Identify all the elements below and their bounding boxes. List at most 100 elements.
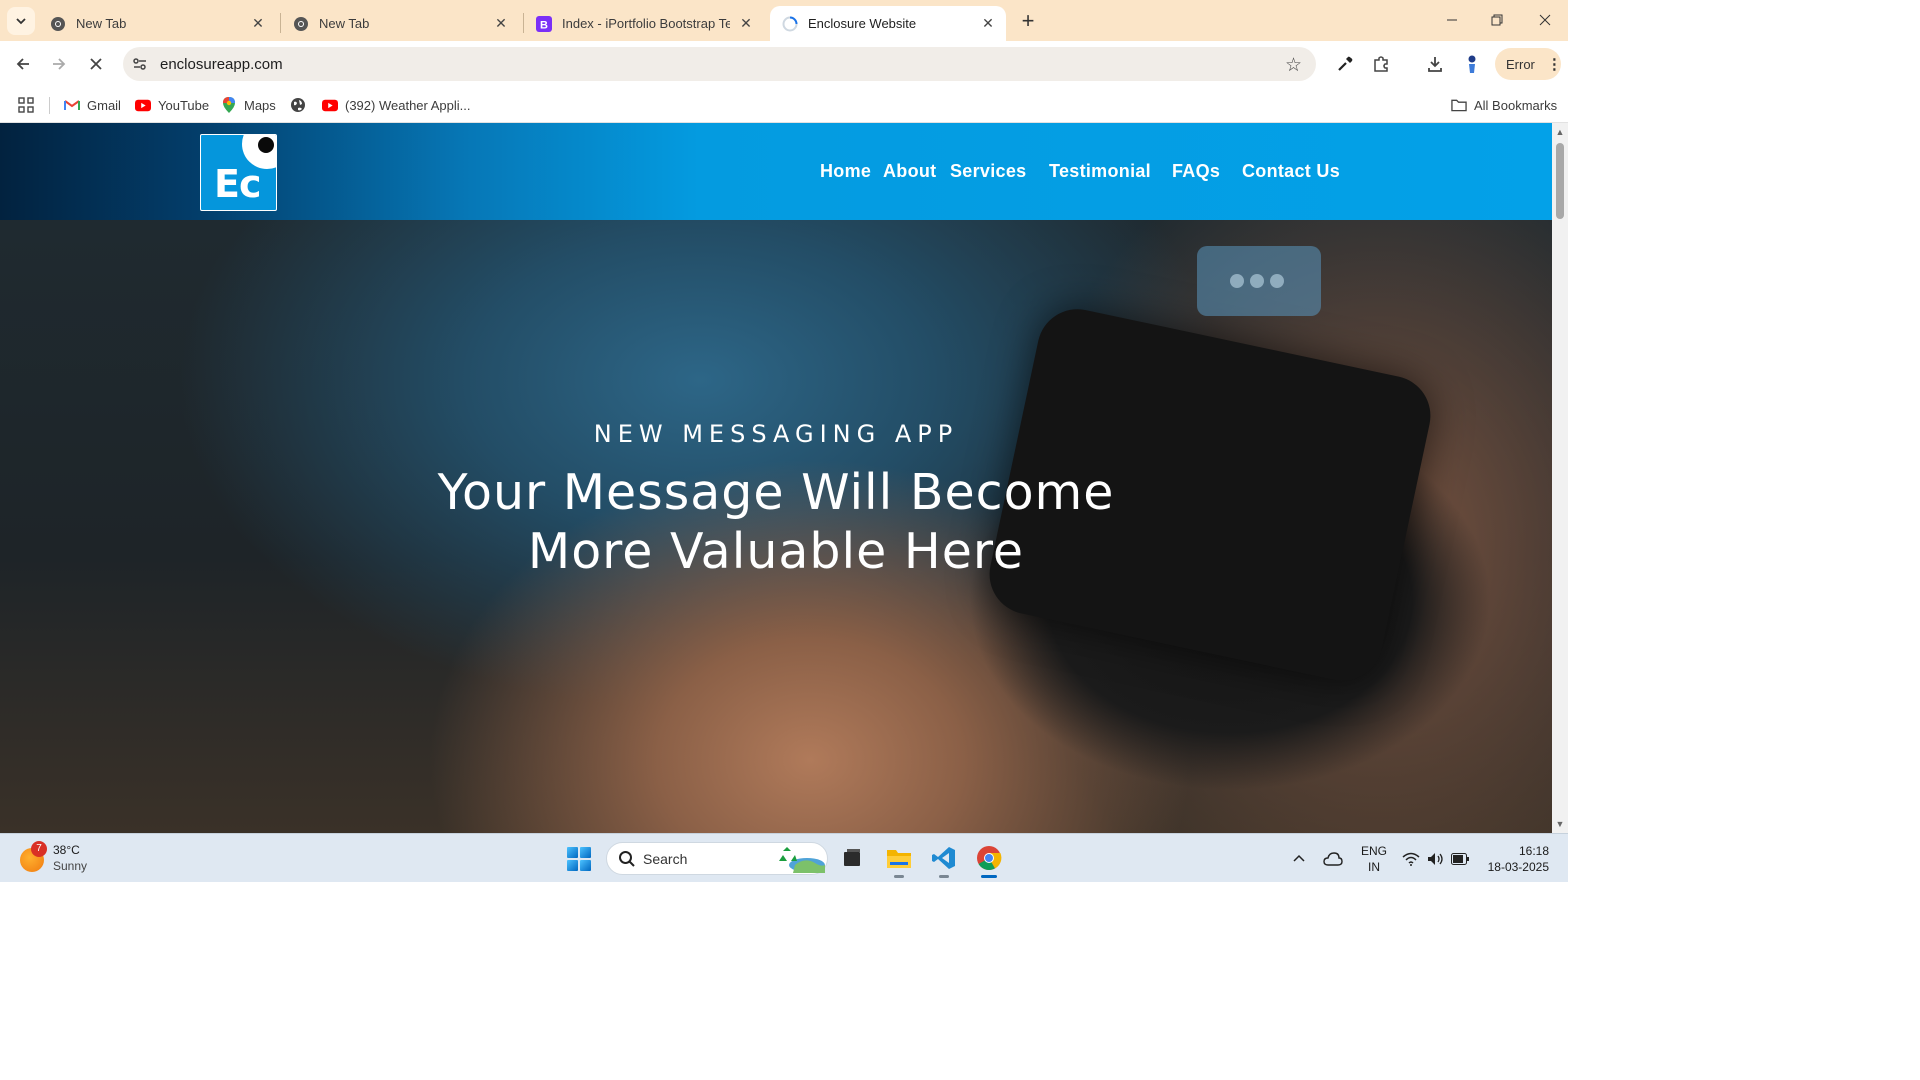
- nav-about[interactable]: About: [883, 161, 936, 182]
- tab-title: New Tab: [319, 16, 370, 31]
- stop-loading-button[interactable]: [81, 49, 111, 79]
- all-bookmarks-label: All Bookmarks: [1474, 97, 1558, 113]
- windows-logo-icon: [567, 847, 578, 858]
- nav-home[interactable]: Home: [820, 161, 871, 182]
- tab-search-button[interactable]: [7, 7, 35, 35]
- tab-new-tab-2[interactable]: New Tab ✕: [281, 6, 519, 41]
- bookmark-youtube[interactable]: YouTube: [135, 94, 209, 116]
- bookmarks-bar: Gmail YouTube Maps (392) Weather Appli..…: [0, 88, 1568, 123]
- tab-title: Index - iPortfolio Bootstrap Template: [562, 16, 730, 31]
- nav-services[interactable]: Services: [950, 161, 1026, 182]
- url-text[interactable]: enclosureapp.com: [160, 56, 283, 73]
- close-icon[interactable]: ✕: [493, 15, 509, 32]
- language-code: ENG: [1361, 844, 1388, 858]
- scroll-down-icon[interactable]: ▼: [1555, 819, 1565, 829]
- plus-icon: +: [1021, 8, 1035, 33]
- bookmark-label: YouTube: [158, 97, 210, 113]
- close-icon[interactable]: ✕: [980, 15, 996, 32]
- hero-headline-line2: More Valuable Here: [527, 523, 1025, 580]
- extensions-button[interactable]: [1366, 49, 1396, 79]
- close-icon: [1539, 14, 1551, 26]
- folder-icon: [887, 850, 911, 868]
- cloud-icon: [1323, 851, 1343, 866]
- nav-faqs[interactable]: FAQs: [1172, 161, 1220, 182]
- tab-title: New Tab: [76, 16, 127, 31]
- profile-error-button[interactable]: Error ⋮: [1495, 48, 1562, 80]
- bookmark-weather-app[interactable]: (392) Weather Appli...: [322, 94, 471, 116]
- bookmark-globe[interactable]: [290, 94, 313, 116]
- tab-title: Enclosure Website: [808, 16, 917, 31]
- arrow-left-icon: [16, 58, 29, 70]
- youtube-icon: [135, 97, 151, 113]
- loading-icon: [782, 16, 798, 32]
- taskbar-chrome[interactable]: [973, 842, 1005, 878]
- wifi-icon: [1402, 852, 1420, 866]
- bookmark-label: Maps: [244, 97, 276, 113]
- clock-date: 18-03-2025: [1487, 860, 1549, 874]
- profile-avatar[interactable]: [1457, 49, 1487, 79]
- eyedropper-button[interactable]: [1330, 49, 1360, 79]
- scrollbar-thumb[interactable]: [1556, 143, 1564, 219]
- downloads-button[interactable]: [1420, 49, 1450, 79]
- taskbar-task-view[interactable]: [836, 842, 868, 874]
- youtube-icon: [322, 97, 338, 113]
- wifi-tray[interactable]: [1402, 834, 1420, 883]
- bookmark-star-icon[interactable]: ☆: [1285, 54, 1302, 77]
- tab-enclosure-website[interactable]: Enclosure Website ✕: [770, 6, 1006, 41]
- page-scrollbar[interactable]: ▲ ▼: [1552, 123, 1568, 833]
- tab-new-tab-1[interactable]: New Tab ✕: [38, 6, 276, 41]
- nav-testimonial[interactable]: Testimonial: [1049, 161, 1151, 182]
- battery-tray[interactable]: [1451, 834, 1469, 883]
- chrome-icon: [977, 846, 1002, 871]
- logo-dot: [258, 137, 274, 153]
- globe-icon: [290, 97, 306, 113]
- apps-button[interactable]: [18, 94, 34, 116]
- task-view-icon: [844, 849, 860, 866]
- minimize-button[interactable]: [1429, 0, 1475, 40]
- site-settings-icon[interactable]: [132, 56, 148, 72]
- bookmark-maps[interactable]: Maps: [221, 94, 276, 116]
- chevron-up-icon: [1293, 854, 1305, 862]
- clock-time: 16:18: [1518, 844, 1549, 858]
- all-bookmarks-button[interactable]: All Bookmarks: [1451, 94, 1557, 116]
- bookmark-label: (392) Weather Appli...: [345, 97, 471, 113]
- system-clock[interactable]: 16:18 18-03-2025: [1485, 843, 1549, 875]
- language-indicator[interactable]: ENG IN: [1361, 843, 1387, 875]
- eyedropper-icon: [1338, 56, 1353, 71]
- taskbar-file-explorer[interactable]: [883, 842, 915, 878]
- folder-icon: [1451, 97, 1467, 113]
- scroll-up-icon[interactable]: ▲: [1555, 127, 1565, 137]
- restore-icon: [1491, 14, 1503, 26]
- new-tab-button[interactable]: +: [1014, 7, 1042, 35]
- close-icon[interactable]: ✕: [250, 15, 266, 32]
- recycle-highlight-icon: [779, 847, 825, 873]
- taskbar-search[interactable]: Search: [606, 842, 828, 875]
- hero-section: NEW MESSAGING APP Your Message Will Beco…: [0, 220, 1552, 833]
- show-hidden-icons[interactable]: [1292, 834, 1306, 883]
- weather-condition: Sunny: [53, 859, 88, 873]
- chrome-icon: [293, 16, 309, 32]
- forward-button[interactable]: [44, 49, 74, 79]
- close-icon[interactable]: ✕: [738, 15, 754, 32]
- taskbar-vscode[interactable]: [928, 842, 960, 878]
- region-code: IN: [1368, 860, 1380, 874]
- start-button[interactable]: [567, 847, 591, 871]
- site-logo[interactable]: Ec: [200, 134, 277, 211]
- tab-iportfolio[interactable]: B Index - iPortfolio Bootstrap Template …: [524, 6, 764, 41]
- active-indicator: [981, 875, 997, 878]
- onedrive-tray[interactable]: [1323, 834, 1343, 883]
- bootstrap-icon: B: [536, 15, 552, 32]
- minimize-icon: [1447, 19, 1457, 21]
- close-window-button[interactable]: [1522, 0, 1568, 40]
- restore-button[interactable]: [1474, 0, 1520, 40]
- address-bar[interactable]: enclosureapp.com ☆: [123, 47, 1316, 81]
- logo-text: Ec: [214, 162, 261, 206]
- back-button[interactable]: [8, 49, 38, 79]
- running-indicator: [894, 875, 904, 878]
- chevron-down-icon: [16, 18, 26, 25]
- search-icon: [619, 851, 635, 867]
- bookmark-gmail[interactable]: Gmail: [64, 94, 121, 116]
- chat-bubble-icon: [1197, 246, 1321, 316]
- volume-tray[interactable]: [1427, 834, 1445, 883]
- nav-contact-us[interactable]: Contact Us: [1242, 161, 1340, 182]
